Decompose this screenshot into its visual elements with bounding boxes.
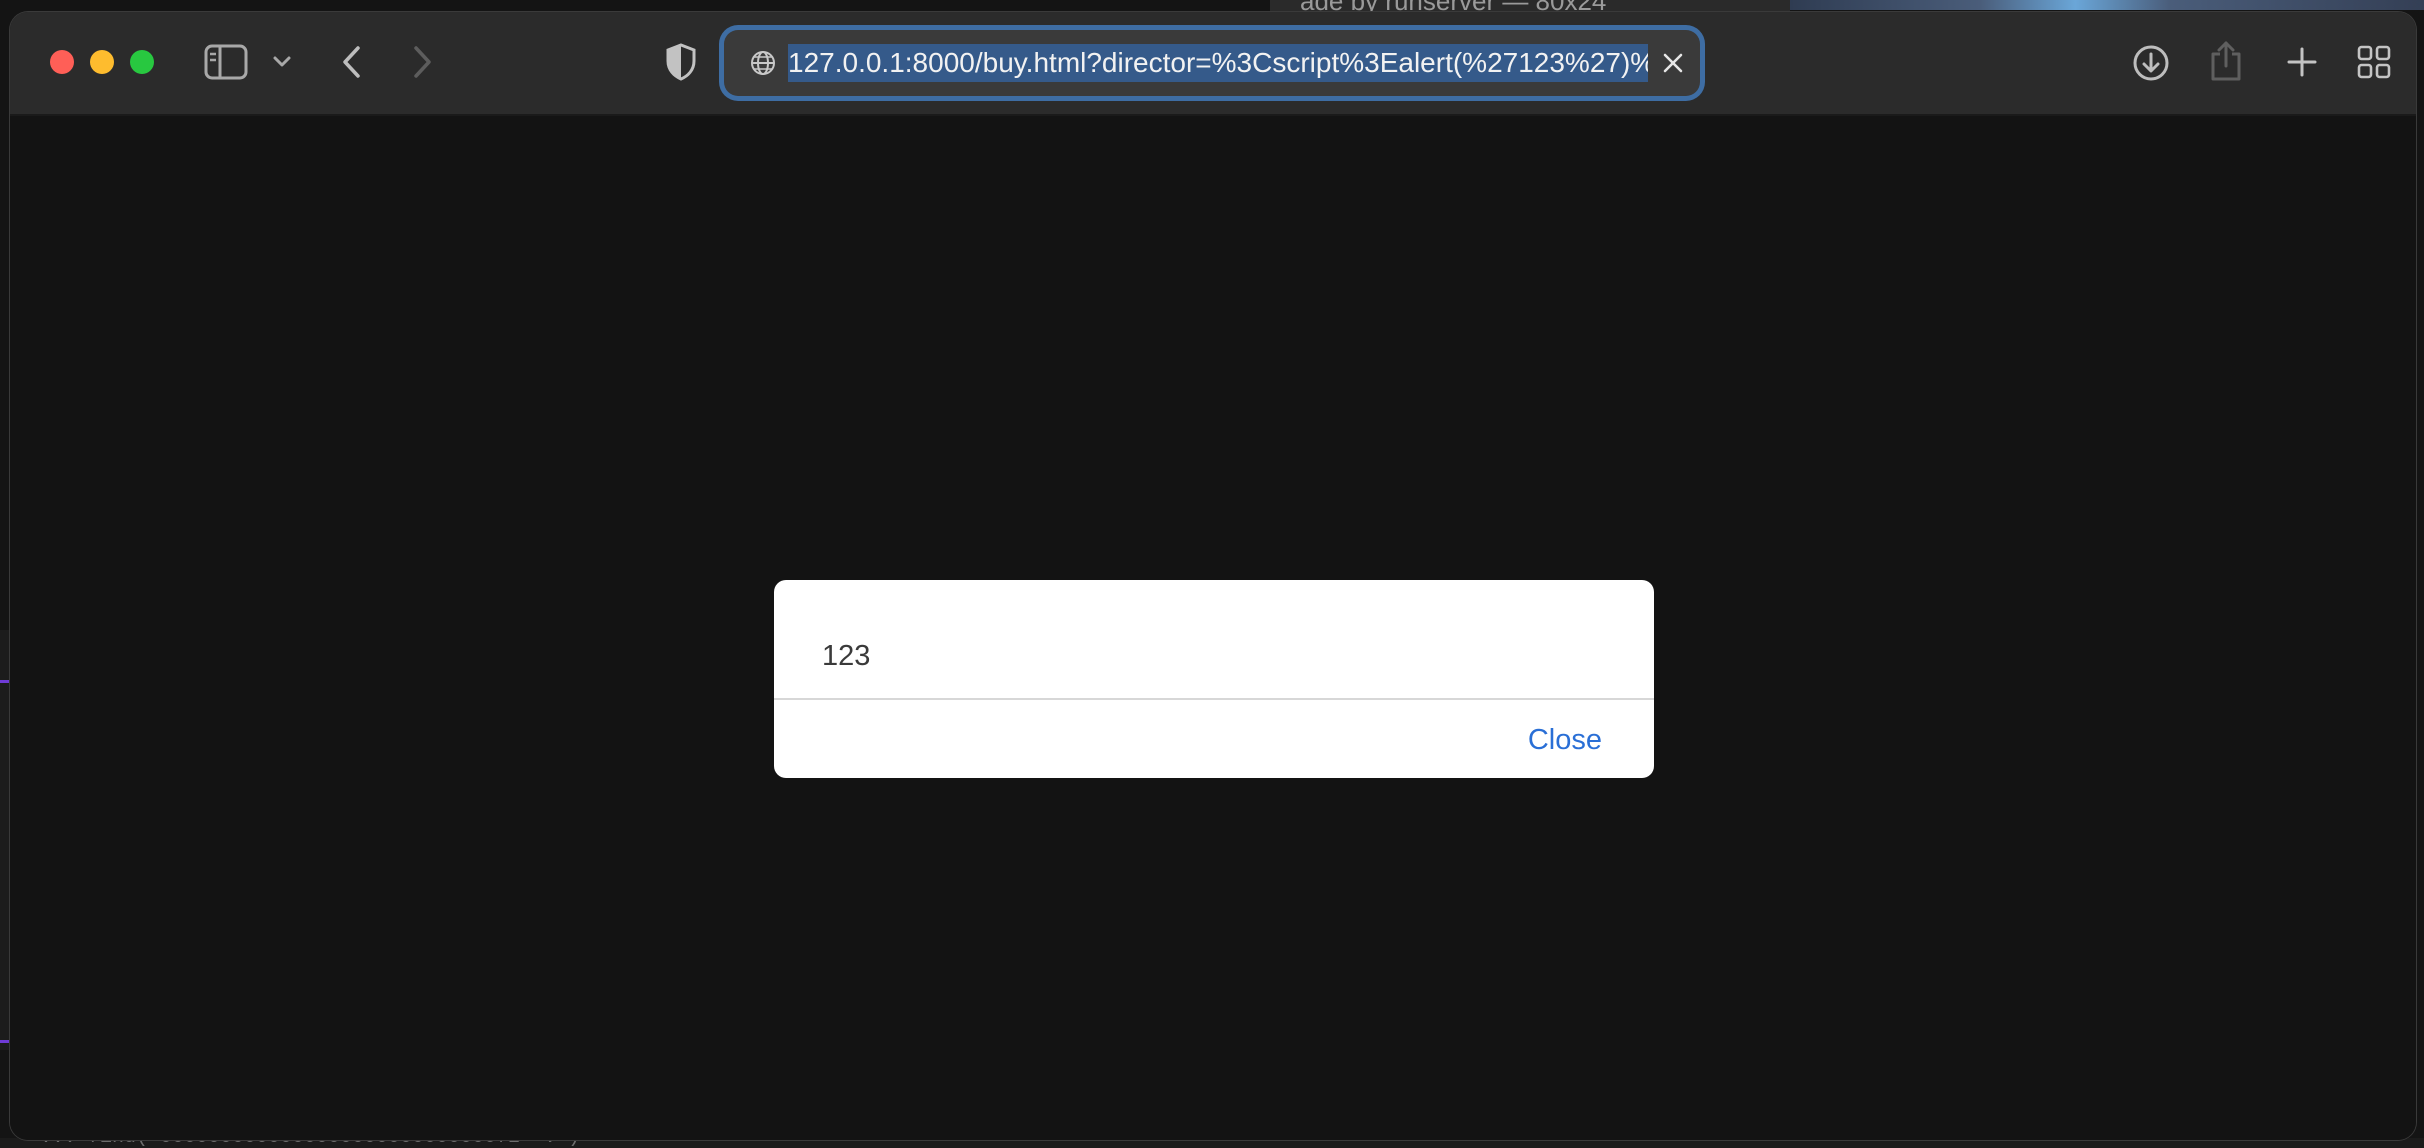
address-bar[interactable]: 127.0.0.1:8000/buy.html?director=%3Cscri… — [724, 30, 1700, 96]
url-field[interactable]: 127.0.0.1:8000/buy.html?director=%3Cscri… — [788, 44, 1648, 82]
alert-dialog: 123 Close — [774, 580, 1654, 778]
download-icon[interactable] — [2130, 42, 2172, 84]
new-tab-icon[interactable] — [2282, 42, 2322, 82]
privacy-shield-icon[interactable] — [660, 40, 702, 84]
sidebar-toggle-icon[interactable] — [204, 42, 248, 82]
browser-toolbar: 127.0.0.1:8000/buy.html?director=%3Cscri… — [10, 12, 2416, 116]
window-minimize-button[interactable] — [90, 50, 114, 74]
alert-divider — [774, 698, 1654, 700]
tab-overview-icon[interactable] — [2354, 42, 2394, 82]
clear-url-icon[interactable] — [1660, 50, 1686, 76]
globe-icon — [750, 50, 776, 76]
alert-message: 123 — [822, 640, 871, 672]
background-wallpaper — [1790, 0, 2424, 10]
forward-arrow-icon[interactable] — [402, 42, 442, 82]
share-icon[interactable] — [2206, 38, 2246, 84]
page-content: 123 Close — [10, 116, 2416, 1140]
alert-close-button[interactable]: Close — [1528, 724, 1602, 757]
url-text: 127.0.0.1:8000/buy.html?director=%3Cscri… — [788, 44, 1648, 82]
window-close-button[interactable] — [50, 50, 74, 74]
window-zoom-button[interactable] — [130, 50, 154, 74]
back-arrow-icon[interactable] — [332, 42, 372, 82]
chevron-down-icon[interactable] — [270, 50, 294, 74]
browser-window: 127.0.0.1:8000/buy.html?director=%3Cscri… — [10, 12, 2416, 1140]
